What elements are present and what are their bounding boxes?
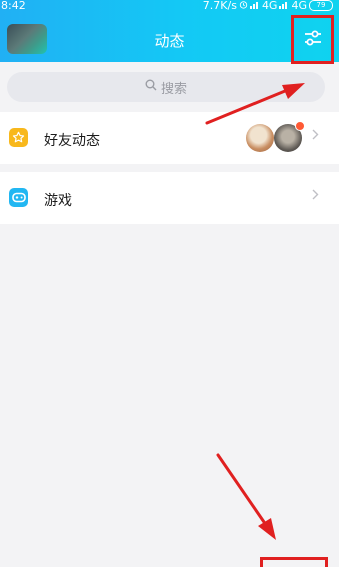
sliders-icon (303, 28, 323, 52)
top-bar: 8:42 7.7K/s 4G 4G 79 动态 (0, 0, 339, 64)
status-time: 8:42 (1, 0, 26, 12)
network-speed: 7.7K/s (202, 0, 237, 12)
list-item-games[interactable]: 游戏 (0, 172, 339, 224)
filter-settings-button[interactable] (291, 15, 334, 64)
gamepad-icon (9, 188, 28, 207)
friend-avatar (246, 124, 274, 152)
new-update-badge (295, 121, 305, 131)
status-bar: 8:42 7.7K/s 4G 4G 79 (0, 0, 339, 13)
chevron-right-icon (312, 129, 319, 144)
status-indicators: 7.7K/s 4G 4G 79 (203, 0, 333, 12)
annotation-highlight-box (260, 557, 328, 567)
chevron-right-icon (312, 189, 319, 204)
annotation-arrow-bottom (216, 453, 276, 540)
signal-icon (249, 0, 260, 12)
network-type-1: 4G (261, 0, 278, 12)
page-title: 动态 (154, 32, 185, 50)
alarm-icon (239, 0, 248, 12)
list-item-friend-feed[interactable]: 好友动态 (0, 112, 339, 164)
search-placeholder: 搜索 (160, 81, 187, 97)
signal-icon-2 (279, 0, 289, 12)
list-item-label: 好友动态 (44, 133, 100, 149)
search-icon (145, 79, 157, 95)
search-input[interactable]: 搜索 (7, 72, 325, 102)
list-item-label: 游戏 (44, 193, 72, 209)
network-type-2: 4G (291, 0, 307, 12)
battery-indicator: 79 (309, 0, 333, 11)
star-icon (9, 128, 28, 147)
